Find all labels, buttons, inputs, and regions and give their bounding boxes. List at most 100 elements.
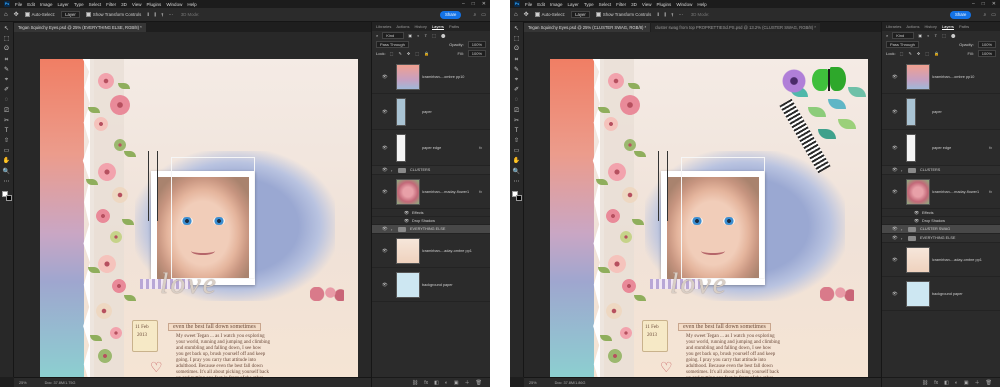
- menu-item[interactable]: Layer: [568, 2, 579, 7]
- layer-group-row[interactable]: 👁 › CLUSTER SWAG: [882, 225, 1000, 234]
- document-tab-secondary[interactable]: cluster swag from top PROPRETTIESd.PS.ps…: [651, 22, 820, 32]
- layer-row[interactable]: 👁 background paper: [882, 277, 1000, 311]
- layer-row[interactable]: 👁 paper edge fx: [882, 130, 1000, 166]
- menu-item[interactable]: Plugins: [657, 2, 672, 7]
- minimize-icon[interactable]: –: [462, 1, 465, 7]
- visibility-eye-icon[interactable]: 👁: [892, 291, 898, 297]
- maximize-icon[interactable]: □: [472, 1, 475, 7]
- menu-item[interactable]: Help: [697, 2, 706, 7]
- group-name[interactable]: CLUSTERS: [410, 168, 430, 172]
- align-icons[interactable]: ⫴ ⫼ ⫯ ⋯: [657, 12, 685, 17]
- tool-icon[interactable]: ◌: [2, 97, 12, 104]
- layer-action-icon[interactable]: ◧: [434, 380, 439, 386]
- group-name[interactable]: EVERYTHING ELSE: [920, 236, 955, 240]
- tool-icon[interactable]: ▭: [2, 148, 12, 155]
- layer-name[interactable]: paper: [422, 110, 432, 114]
- menu-item[interactable]: Window: [166, 2, 182, 7]
- tool-icon[interactable]: ⇧: [512, 138, 522, 145]
- layer-name[interactable]: paper edge: [422, 146, 441, 150]
- share-button[interactable]: Share: [949, 10, 972, 19]
- tool-icon[interactable]: T: [2, 128, 12, 135]
- tool-icon[interactable]: ʘ: [512, 46, 522, 53]
- maximize-icon[interactable]: □: [982, 1, 985, 7]
- group-name[interactable]: CLUSTER SWAG: [920, 227, 950, 231]
- visibility-eye-icon[interactable]: 👁: [892, 189, 898, 195]
- layer-select[interactable]: Layer: [571, 11, 590, 18]
- layer-row[interactable]: 👁 lcramirban-...aday-ombre pp1: [372, 234, 490, 268]
- fill-input[interactable]: 100%: [977, 50, 996, 57]
- layer-group-row[interactable]: 👁 › CLUSTERS: [372, 166, 490, 175]
- document-tab[interactable]: Tegan Squinchy Eyes.psd @ 25% (CLUSTER S…: [524, 22, 651, 32]
- chevron-icon[interactable]: ›: [901, 227, 902, 232]
- workspace-icon[interactable]: ▭: [991, 12, 996, 18]
- panel-tab[interactable]: Layers: [941, 24, 954, 30]
- menu-item[interactable]: Help: [187, 2, 196, 7]
- canvas-area[interactable]: love even the best fall down sometimes 11 …: [524, 32, 881, 377]
- panel-tab[interactable]: Paths: [449, 24, 459, 29]
- tool-icon[interactable]: ⋯: [512, 179, 522, 186]
- layer-action-icon[interactable]: fx: [424, 380, 428, 386]
- layer-group-row[interactable]: 👁 › EVERYTHING ELSE: [372, 225, 490, 234]
- layer-row[interactable]: 👁 lcramirban-...ombre pp10: [372, 60, 490, 94]
- layer-action-icon[interactable]: ▣: [964, 380, 969, 386]
- layer-action-icon[interactable]: ◐: [955, 380, 958, 386]
- lock-icons[interactable]: ⬚ ✎ ✥ ⬚ 🔒: [900, 51, 942, 56]
- layer-row[interactable]: 👁 background paper: [372, 268, 490, 302]
- visibility-eye-icon[interactable]: 👁: [892, 226, 898, 232]
- color-swatches[interactable]: [511, 191, 522, 202]
- doc-size[interactable]: Doc: 37.8M/1.75G: [45, 381, 76, 385]
- tool-icon[interactable]: ⬚: [2, 36, 12, 43]
- align-icons[interactable]: ⫴ ⫼ ⫯ ⋯: [147, 12, 175, 17]
- layer-name[interactable]: lcramirban-...aday-ombre pp1: [422, 249, 472, 253]
- effect-row[interactable]: 👁 Drop Shadow: [372, 217, 490, 225]
- layer-row[interactable]: 👁 paper edge fx: [372, 130, 490, 166]
- visibility-eye-icon[interactable]: 👁: [892, 257, 898, 263]
- tool-icon[interactable]: ⎚: [2, 108, 12, 115]
- tool-icon[interactable]: ⋯: [2, 179, 12, 186]
- panel-tab[interactable]: Libraries: [886, 24, 901, 29]
- tool-icon[interactable]: ⬚: [512, 36, 522, 43]
- effect-eye-icon[interactable]: 👁: [914, 218, 919, 223]
- panel-tab[interactable]: Actions: [396, 24, 409, 29]
- zoom-level[interactable]: 25%: [19, 381, 27, 385]
- tool-icon[interactable]: ⌗: [512, 57, 522, 64]
- layer-name[interactable]: lcramirban-...ombre pp10: [422, 75, 464, 79]
- show-transform-checkbox[interactable]: Show Transform Controls: [595, 12, 651, 18]
- visibility-eye-icon[interactable]: 👁: [892, 109, 898, 115]
- layer-select[interactable]: Layer: [61, 11, 80, 18]
- visibility-eye-icon[interactable]: 👁: [382, 109, 388, 115]
- menu-item[interactable]: Layer: [58, 2, 69, 7]
- search-icon[interactable]: ⌕: [473, 12, 476, 18]
- layer-row[interactable]: 👁 lcramirban-...aday-ombre pp1: [882, 243, 1000, 277]
- menu-item[interactable]: Filter: [106, 2, 116, 7]
- panel-tab[interactable]: Libraries: [376, 24, 391, 29]
- visibility-eye-icon[interactable]: 👁: [382, 226, 388, 232]
- blend-mode-select[interactable]: Pass Through: [886, 41, 919, 48]
- tool-icon[interactable]: ✂: [2, 118, 12, 125]
- effect-eye-icon[interactable]: 👁: [404, 218, 409, 223]
- chevron-icon[interactable]: ›: [391, 168, 392, 173]
- blend-mode-select[interactable]: Pass Through: [376, 41, 409, 48]
- search-icon[interactable]: ⌕: [983, 12, 986, 18]
- layer-action-icon[interactable]: ＋: [465, 379, 470, 386]
- tool-icon[interactable]: ↖: [2, 26, 12, 33]
- menu-item[interactable]: View: [132, 2, 142, 7]
- group-name[interactable]: CLUSTERS: [920, 168, 940, 172]
- opacity-input[interactable]: 100%: [977, 41, 996, 48]
- color-swatches[interactable]: [1, 191, 12, 202]
- scrapbook-canvas[interactable]: love even the best fall down sometimes 11 …: [550, 59, 868, 377]
- tool-icon[interactable]: ⌖: [512, 77, 522, 84]
- tool-icon[interactable]: ⌖: [2, 77, 12, 84]
- menu-item[interactable]: Select: [89, 2, 102, 7]
- layer-name[interactable]: background paper: [932, 292, 963, 296]
- tool-icon[interactable]: ✎: [2, 67, 12, 74]
- share-button[interactable]: Share: [439, 10, 462, 19]
- visibility-eye-icon[interactable]: 👁: [382, 167, 388, 173]
- canvas-area[interactable]: love even the best fall down sometimes 11 …: [14, 32, 371, 377]
- layer-action-icon[interactable]: ◧: [944, 380, 949, 386]
- fx-icon[interactable]: fx: [479, 190, 482, 194]
- tool-icon[interactable]: ✋: [512, 158, 522, 165]
- visibility-eye-icon[interactable]: 👁: [382, 282, 388, 288]
- tool-icon[interactable]: ▭: [512, 148, 522, 155]
- visibility-eye-icon[interactable]: 👁: [892, 145, 898, 151]
